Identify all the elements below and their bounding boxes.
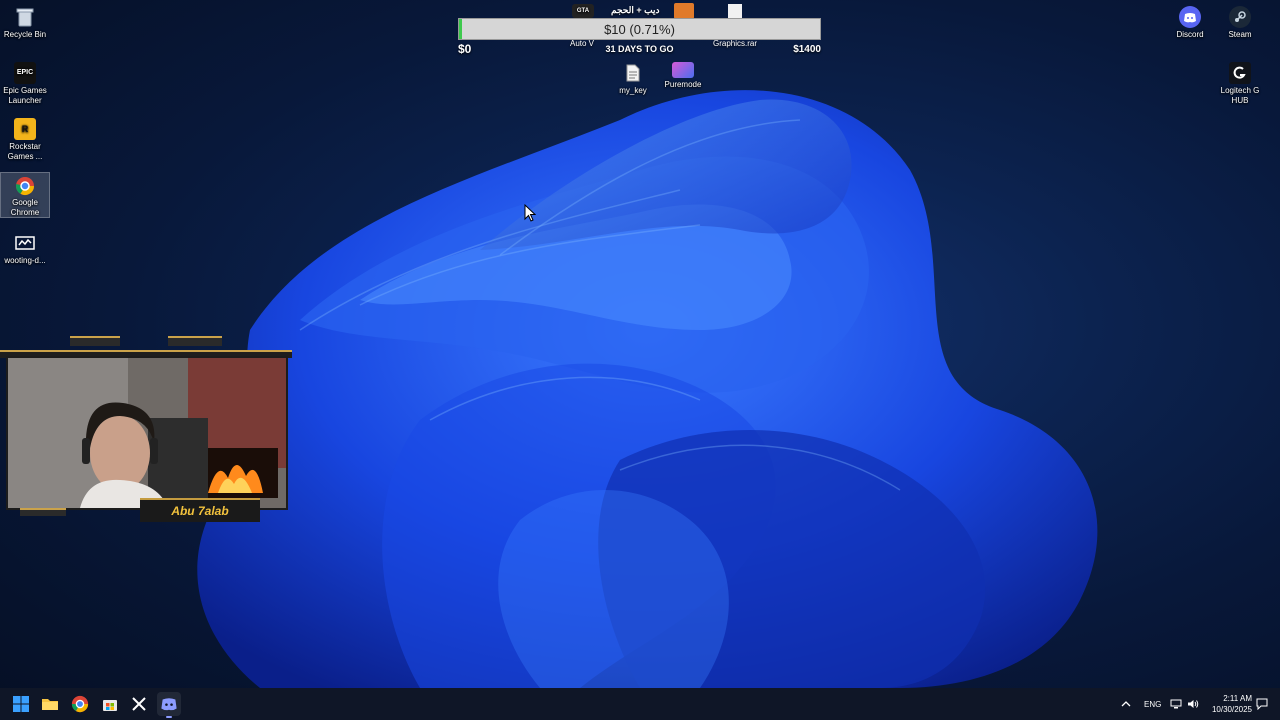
volume-button[interactable] <box>1181 692 1205 716</box>
desktop-arabic-label: ديب + الحجم <box>611 5 660 15</box>
goal-days-label: 31 DAYS TO GO <box>605 44 674 54</box>
desktop-icon-label: my_key <box>619 86 647 95</box>
tray-overflow-button[interactable] <box>1114 692 1138 716</box>
streamer-name: Abu 7alab <box>140 498 260 522</box>
webcam-feed <box>6 356 288 510</box>
desktop-icon-discord[interactable]: Discord <box>1165 6 1215 40</box>
donation-goal-widget: $10 (0.71%) $0 31 DAYS TO GO $1400 <box>458 18 821 58</box>
desktop-icon-epic-games[interactable]: EPIC Epic Games Launcher <box>0 62 50 106</box>
desktop-icon-label: wooting-d... <box>4 256 46 265</box>
desktop-icon-label: Epic Games Launcher <box>3 86 47 105</box>
goal-max-label: $1400 <box>793 44 821 55</box>
taskbar-discord[interactable] <box>157 692 181 718</box>
webcam-scene <box>8 358 286 508</box>
chrome-icon <box>14 176 36 196</box>
taskbar-file-explorer[interactable] <box>38 692 62 716</box>
clock-date: 10/30/2025 <box>1211 705 1252 714</box>
notification-icon <box>1256 698 1268 710</box>
gta-icon: GTA <box>572 4 594 18</box>
goal-progress-bar: $10 (0.71%) <box>458 18 821 40</box>
taskbar: ENG 2:11 AM 10/30/2025 <box>0 688 1280 720</box>
start-button[interactable] <box>9 692 33 716</box>
desktop-icon-my-key[interactable]: my_key <box>608 62 658 96</box>
discord-icon <box>161 698 177 711</box>
desktop-icon-label: Puremode <box>664 80 702 89</box>
desktop-icon-label: Recycle Bin <box>3 30 47 39</box>
desktop-icon-label: Google Chrome <box>10 198 40 217</box>
taskbar-x[interactable] <box>127 692 151 716</box>
chrome-icon <box>71 695 89 713</box>
desktop-icon-rockstar[interactable]: R Rockstar Games ... <box>0 118 50 162</box>
discord-icon <box>1179 6 1201 28</box>
wooting-icon <box>14 232 36 254</box>
desktop-icon-wooting[interactable]: wooting-d... <box>0 232 50 266</box>
goal-amount-text: $10 (0.71%) <box>604 21 675 37</box>
overlay-decoration <box>70 336 120 346</box>
clock-time: 2:11 AM <box>1223 694 1252 703</box>
desktop-icon-label: Logitech G HUB <box>1220 86 1260 105</box>
x-icon <box>132 697 146 711</box>
taskbar-store[interactable] <box>98 692 122 716</box>
mouse-cursor-icon <box>524 204 536 222</box>
desktop-icon-logitech[interactable]: Logitech G HUB <box>1215 62 1265 106</box>
volume-icon <box>1188 700 1199 708</box>
system-clock[interactable]: 2:11 AM 10/30/2025 <box>1212 693 1252 715</box>
chevron-up-icon <box>1121 701 1131 707</box>
fire-app-icon[interactable] <box>674 3 694 19</box>
overlay-decoration <box>168 336 222 346</box>
webcam-overlay: Abu 7alab <box>0 336 292 522</box>
store-icon <box>103 700 117 711</box>
notifications-button[interactable] <box>1250 692 1274 716</box>
text-file-icon <box>622 62 644 84</box>
language-indicator[interactable]: ENG <box>1144 700 1161 709</box>
puremode-icon <box>672 62 694 78</box>
start-icon <box>13 696 29 712</box>
desktop-icon-google-chrome[interactable]: Google Chrome <box>0 172 50 218</box>
desktop-icon-label: Discord <box>1176 30 1204 39</box>
file-explorer-icon <box>42 699 58 710</box>
desktop-icon-recycle-bin[interactable]: Recycle Bin <box>0 6 50 40</box>
epic-games-icon: EPIC <box>14 62 36 84</box>
steam-icon <box>1229 6 1251 28</box>
desktop-icon-label: Steam <box>1228 30 1252 39</box>
desktop-icon-steam[interactable]: Steam <box>1215 6 1265 40</box>
desktop-icon-label: Rockstar Games ... <box>7 142 43 161</box>
file-icon[interactable] <box>728 4 742 18</box>
desktop-icon-puremode[interactable]: Puremode <box>658 62 708 90</box>
logitech-icon <box>1229 62 1251 84</box>
recycle-bin-icon <box>14 6 36 28</box>
rockstar-icon: R <box>14 118 36 140</box>
taskbar-chrome[interactable] <box>68 692 92 716</box>
overlay-decoration <box>20 508 66 516</box>
